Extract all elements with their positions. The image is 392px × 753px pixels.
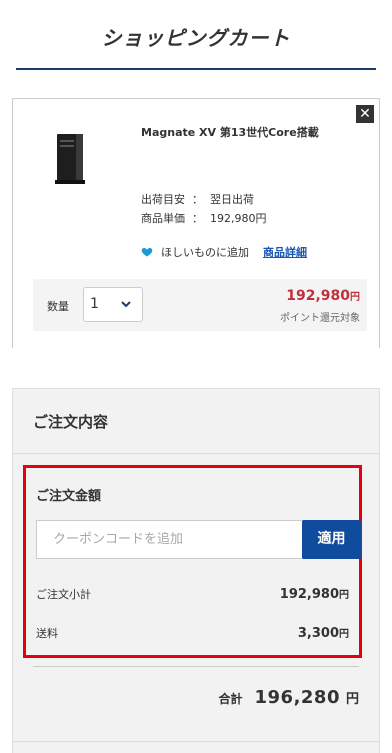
unit-price: 商品単価 ： 192,980円	[141, 210, 267, 226]
product-name[interactable]: Magnate XV 第13世代Core搭載	[141, 124, 319, 140]
total-unit: 円	[345, 692, 359, 707]
quantity-select[interactable]: 1	[83, 287, 143, 322]
line-price: 192,980円	[286, 288, 360, 304]
wishlist-link[interactable]: ほしいものに追加	[161, 244, 249, 260]
shipping-label: 送料	[36, 627, 58, 640]
cart-item-card: ✕ Magnate XV 第13世代Core搭載 出荷目安 ： 翌日出荷 商品単…	[12, 98, 380, 348]
ship-estimate: 出荷目安 ： 翌日出荷	[141, 191, 254, 207]
summary-divider	[13, 453, 379, 454]
order-summary: ご注文内容 ご注文金額 適用 ご注文小計 192,980円 送料 3,300円 …	[12, 388, 380, 753]
line-price-value: 192,980	[286, 288, 350, 304]
unit-price-label: 商品単価	[141, 212, 185, 225]
total-row: 合計 196,280 円	[218, 687, 359, 708]
subtotal-unit: 円	[339, 590, 349, 601]
title-divider	[16, 68, 376, 70]
line-price-unit: 円	[350, 292, 360, 303]
chevron-down-icon	[121, 301, 131, 308]
shipping-value: 3,300円	[298, 625, 349, 641]
ship-value: 翌日出荷	[210, 193, 254, 206]
cart-page: ショッピングカート ✕ Magnate XV 第13世代Core搭載 出荷目安 …	[0, 0, 392, 753]
wishlist-row: ほしいものに追加 商品詳細	[141, 244, 307, 260]
separator: ：	[188, 193, 207, 206]
total-label: 合計	[218, 692, 243, 706]
unit-price-value: 192,980円	[210, 212, 267, 225]
shipping-amount: 3,300	[297, 626, 339, 641]
subtotal-amount: 192,980	[279, 587, 339, 602]
total-value: 196,280	[254, 687, 340, 708]
page-title: ショッピングカート	[101, 26, 291, 50]
subtotal-label: ご注文小計	[36, 588, 91, 601]
apply-coupon-button[interactable]: 適用	[302, 520, 361, 559]
summary-heading: ご注文内容	[33, 413, 109, 431]
order-amount-box: ご注文金額 適用 ご注文小計 192,980円 送料 3,300円	[23, 465, 362, 658]
quantity-label: 数量	[47, 300, 69, 313]
bottom-divider	[13, 741, 379, 742]
shipping-unit: 円	[339, 629, 349, 640]
subtotal-value: 192,980円	[280, 586, 349, 602]
remove-item-button[interactable]: ✕	[356, 105, 374, 123]
heart-icon[interactable]	[141, 246, 153, 258]
quantity-value: 1	[90, 296, 99, 312]
ship-label: 出荷目安	[141, 193, 185, 206]
total-divider	[33, 666, 359, 667]
quantity-bar: 数量 1 192,980円 ポイント還元対象	[33, 279, 367, 331]
coupon-input[interactable]	[36, 520, 304, 559]
amount-title: ご注文金額	[36, 489, 102, 504]
product-thumbnail[interactable]	[48, 132, 90, 186]
product-detail-link[interactable]: 商品詳細	[263, 244, 307, 260]
separator: ：	[188, 212, 207, 225]
points-note: ポイント還元対象	[280, 313, 360, 324]
